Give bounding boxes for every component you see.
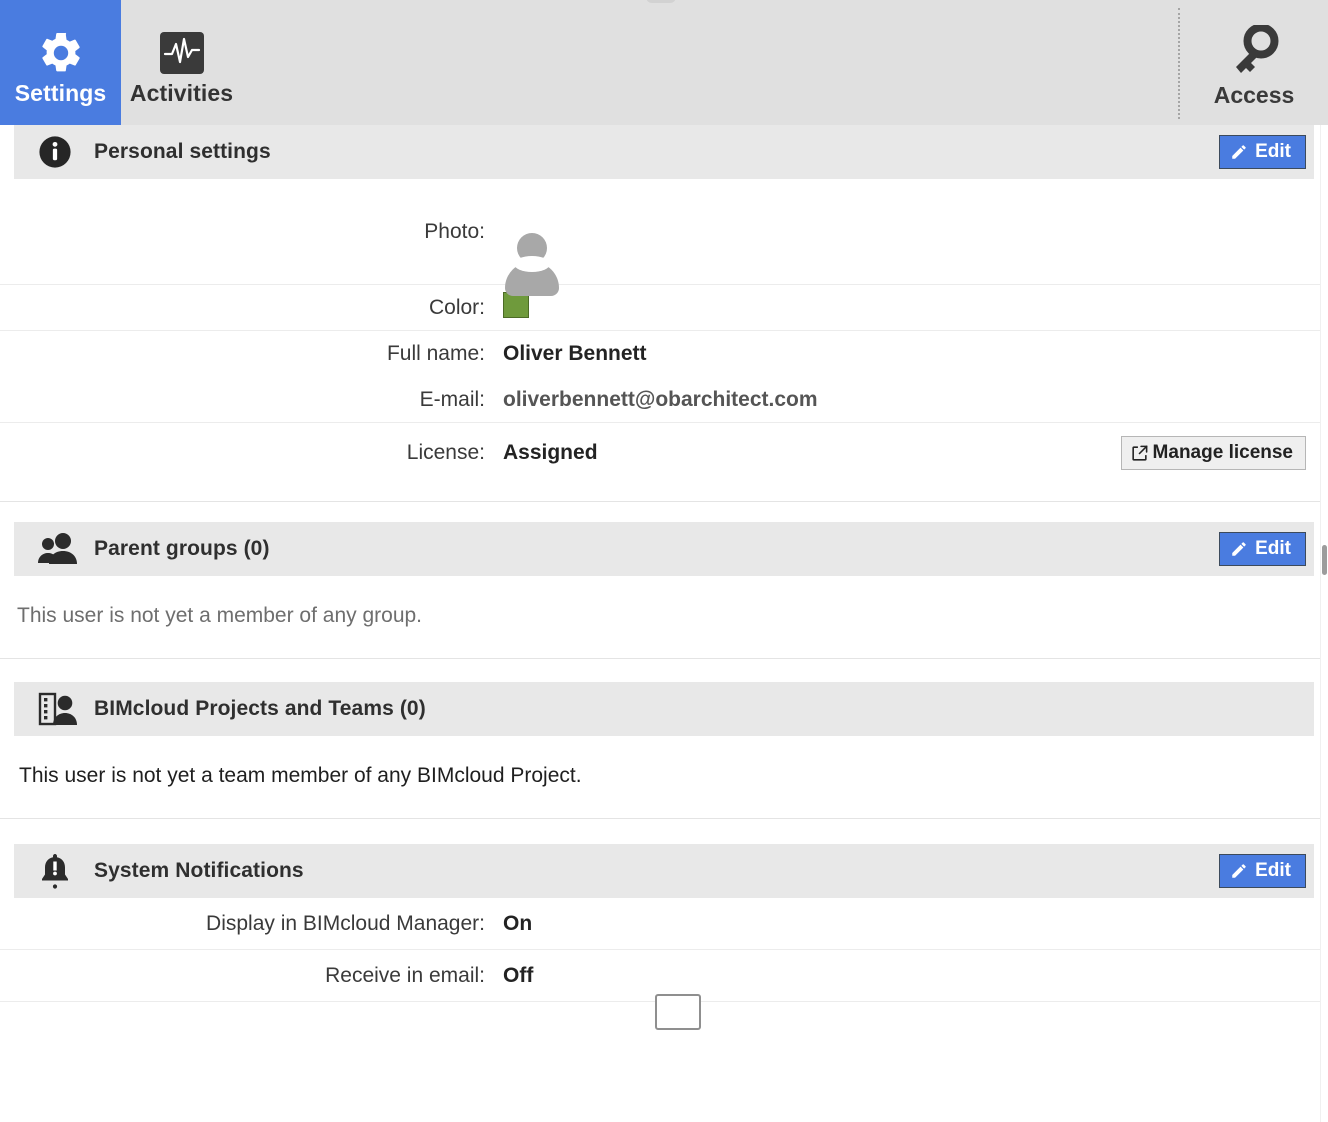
- color-value: [503, 291, 1314, 324]
- parent-groups-title: Parent groups (0): [94, 537, 270, 560]
- display-in-manager-value: On: [503, 911, 533, 935]
- pencil-icon: [1230, 143, 1248, 161]
- gear-icon: [37, 24, 85, 82]
- receive-in-email-value: Off: [503, 963, 534, 987]
- email-label: E-mail:: [419, 387, 485, 411]
- edit-system-notifications-button[interactable]: Edit: [1219, 854, 1306, 888]
- bimcloud-projects-count: (0): [399, 697, 426, 720]
- tab-access-label: Access: [1213, 82, 1295, 108]
- info-icon: [38, 135, 78, 169]
- settings-content: Personal settings Edit Photo: Color: Ful…: [0, 125, 1328, 1030]
- tab-activities[interactable]: Activities: [121, 0, 242, 125]
- row-license: License: Assigned Manage license: [0, 423, 1328, 483]
- parent-groups-empty-text: This user is not yet a member of any gro…: [17, 604, 423, 627]
- bimcloud-projects-header: BIMcloud Projects and Teams (0): [14, 682, 1314, 736]
- bell-alert-icon: [38, 852, 78, 890]
- row-display-in-manager: Display in BIMcloud Manager: On: [0, 898, 1328, 950]
- system-notifications-rows: Display in BIMcloud Manager: On Receive …: [0, 898, 1328, 1002]
- edit-personal-settings-label: Edit: [1255, 141, 1291, 162]
- row-color: Color:: [0, 285, 1328, 331]
- vertical-scrollbar-thumb[interactable]: [1322, 545, 1327, 575]
- license-value: Assigned: [503, 441, 598, 464]
- tab-access[interactable]: Access: [1180, 0, 1328, 125]
- manage-license-button[interactable]: Manage license: [1120, 436, 1306, 470]
- people-icon: [38, 533, 78, 565]
- edit-personal-settings-button[interactable]: Edit: [1219, 135, 1306, 169]
- parent-groups-count: (0): [243, 537, 270, 560]
- edit-parent-groups-button[interactable]: Edit: [1219, 532, 1306, 566]
- bimcloud-projects-title: BIMcloud Projects and Teams (0): [94, 697, 426, 720]
- photo-label: Photo:: [424, 219, 485, 243]
- key-icon: [1228, 22, 1280, 84]
- bottom-partial-control[interactable]: [655, 994, 701, 1030]
- full-name-value: Oliver Bennett: [503, 342, 647, 365]
- external-link-icon: [1130, 444, 1149, 463]
- tab-settings[interactable]: Settings: [0, 0, 121, 142]
- bimcloud-projects-empty-text: This user is not yet a team member of an…: [19, 764, 582, 787]
- section-personal-settings: Personal settings Edit Photo: Color: Ful…: [0, 125, 1328, 522]
- system-notifications-header: System Notifications Edit: [14, 844, 1314, 898]
- window-top-nub: [646, 0, 676, 3]
- activity-monitor-icon: [157, 24, 207, 82]
- receive-in-email-label: Receive in email:: [325, 963, 485, 987]
- section-parent-groups: Parent groups (0) Edit This user is not …: [0, 522, 1328, 682]
- edit-system-notifications-label: Edit: [1255, 860, 1291, 881]
- row-full-name: Full name: Oliver Bennett: [0, 331, 1328, 377]
- row-email: E-mail: oliverbennett@obarchitect.com: [0, 377, 1328, 423]
- tabbar-divider: [1178, 8, 1180, 119]
- email-value: oliverbennett@obarchitect.com: [503, 387, 818, 411]
- row-photo: Photo:: [0, 179, 1328, 296]
- page-title: Personal settings: [94, 140, 271, 163]
- personal-settings-rows: Photo: Color: Full name: Oliver Bennett …: [0, 179, 1328, 483]
- tab-activities-label: Activities: [129, 80, 234, 106]
- pencil-icon: [1230, 540, 1248, 558]
- full-name-label: Full name:: [386, 342, 485, 365]
- tab-settings-label: Settings: [14, 80, 107, 106]
- vertical-scrollbar[interactable]: [1320, 125, 1328, 1122]
- top-tab-bar: Settings Activities Access: [0, 0, 1328, 142]
- section-bimcloud-projects-teams: BIMcloud Projects and Teams (0) This use…: [0, 682, 1328, 844]
- color-label: Color:: [428, 295, 485, 319]
- manage-license-label: Manage license: [1152, 442, 1293, 463]
- personal-settings-header: Personal settings Edit: [14, 125, 1314, 179]
- parent-groups-header: Parent groups (0) Edit: [14, 522, 1314, 576]
- display-in-manager-label: Display in BIMcloud Manager:: [206, 911, 485, 935]
- tabbar-spacer: [242, 0, 1178, 125]
- system-notifications-title: System Notifications: [94, 859, 304, 882]
- building-person-icon: [38, 692, 78, 726]
- edit-parent-groups-label: Edit: [1255, 538, 1291, 559]
- license-label: License:: [406, 441, 485, 464]
- pencil-icon: [1230, 862, 1248, 880]
- user-settings-page: Settings Activities Access Personal sett…: [0, 0, 1328, 1122]
- section-system-notifications: System Notifications Edit Display in BIM…: [0, 844, 1328, 1002]
